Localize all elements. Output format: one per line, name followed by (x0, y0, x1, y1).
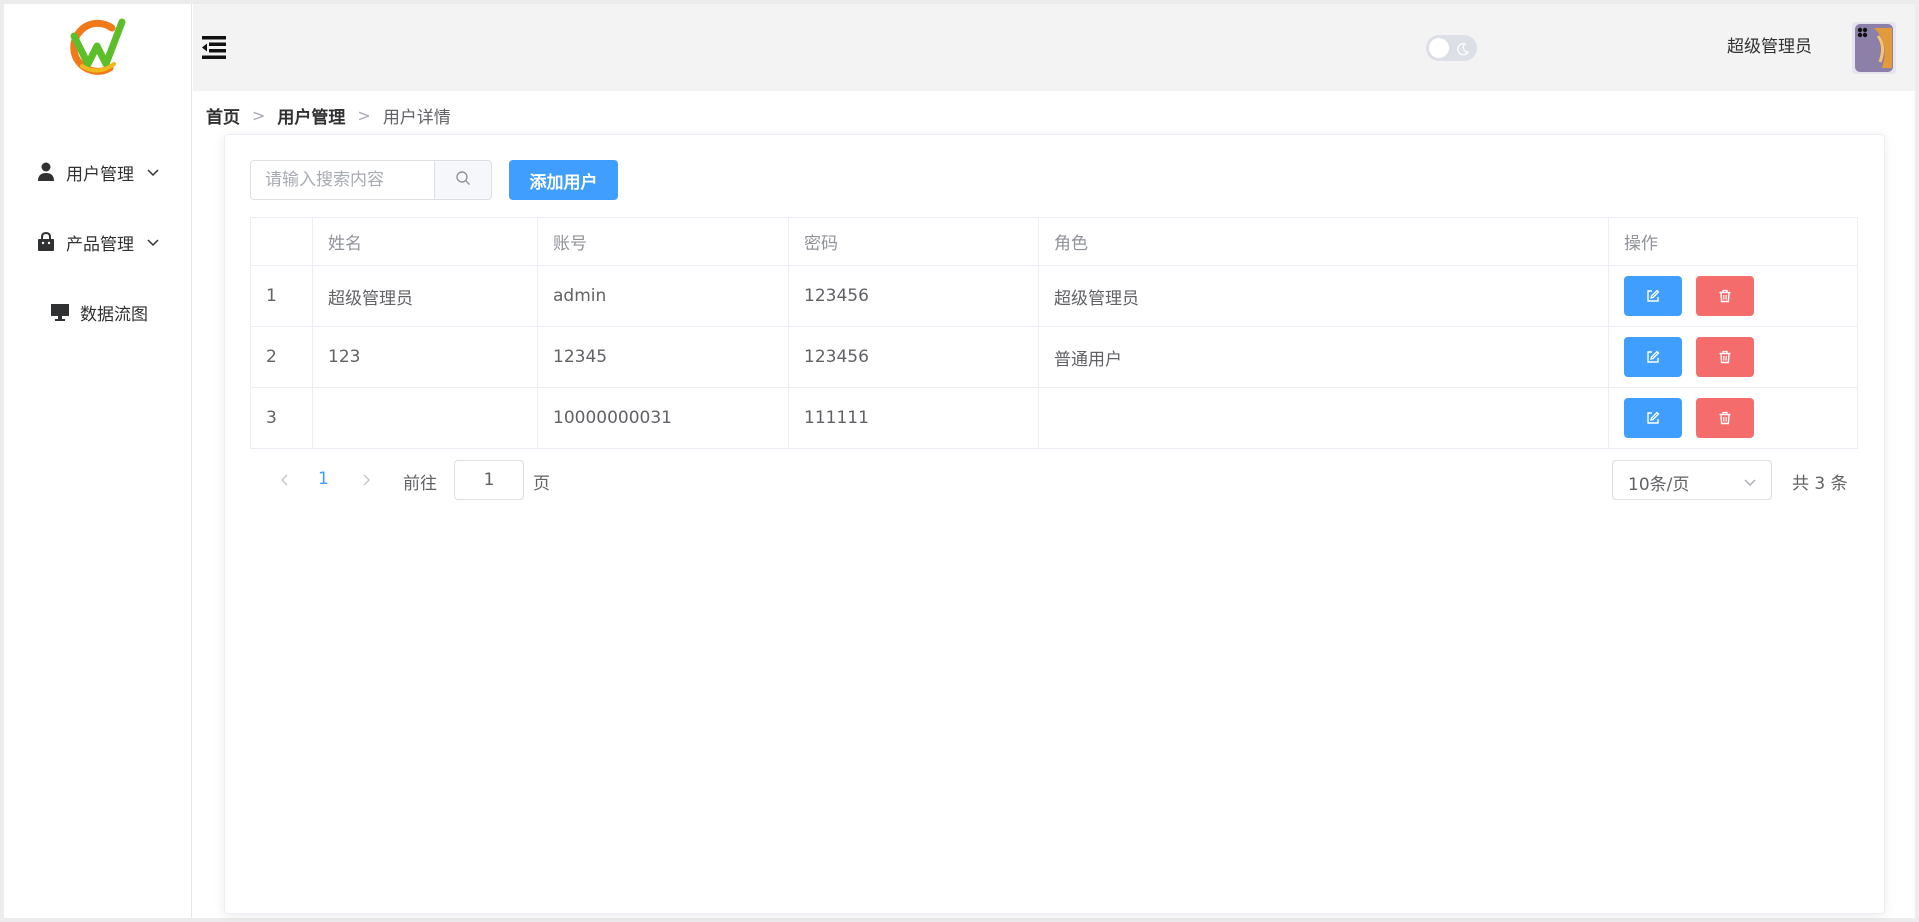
collapse-menu-icon[interactable] (200, 34, 228, 60)
username: 超级管理员 (1727, 37, 1812, 57)
edit-button[interactable] (1624, 398, 1682, 438)
column-header-role: 角色 (1038, 217, 1609, 266)
cell-index: 2 (250, 326, 313, 388)
edit-icon (1647, 350, 1660, 363)
cell-account: 10000000031 (537, 387, 789, 449)
top-header: 超级管理员 (193, 4, 1915, 91)
cell-actions (1608, 387, 1858, 449)
breadcrumb-separator: > (252, 106, 266, 125)
cell-account: 12345 (537, 326, 789, 388)
trash-icon (1719, 411, 1731, 425)
delete-button[interactable] (1696, 337, 1754, 377)
table-row: 1 超级管理员 admin 123456 超级管理员 (250, 265, 1858, 327)
user-table: 姓名 账号 密码 角色 操作 1 超级管理员 admin 123456 超级管理… (250, 217, 1858, 449)
avatar[interactable] (1852, 22, 1896, 74)
search-button[interactable] (434, 161, 491, 199)
cell-role: 普通用户 (1038, 326, 1609, 388)
edit-button[interactable] (1624, 276, 1682, 316)
trash-icon (1719, 350, 1731, 364)
cell-password: 111111 (788, 387, 1039, 449)
breadcrumb-current: 用户详情 (382, 108, 451, 128)
page-number-current[interactable]: 1 (318, 469, 329, 489)
chevron-down-icon (146, 235, 160, 249)
edit-icon (1647, 289, 1660, 302)
page-size-select[interactable]: 10条/页 (1612, 460, 1772, 500)
sidebar-item-user-management[interactable]: 用户管理 (4, 146, 192, 198)
table-row: 2 123 12345 123456 普通用户 (250, 326, 1858, 388)
moon-icon (1456, 41, 1470, 56)
cell-name (312, 387, 538, 449)
total-count: 共 3 条 (1792, 474, 1848, 494)
page-suffix-label: 页 (533, 474, 550, 494)
pagination: 1 前往 页 10条/页 共 3 条 (250, 460, 1858, 500)
cell-name: 123 (312, 326, 538, 388)
monitor-icon (50, 302, 70, 322)
sidebar-item-label: 数据流图 (80, 304, 148, 325)
breadcrumb: 首页 > 用户管理 > 用户详情 (206, 103, 451, 128)
trash-icon (1719, 289, 1731, 303)
sidebar: 用户管理 产品管理 数据流图 (4, 4, 192, 918)
column-header-index (250, 217, 313, 266)
delete-button[interactable] (1696, 398, 1754, 438)
chevron-left-icon[interactable] (278, 472, 292, 486)
goto-page-input[interactable] (454, 460, 524, 500)
goto-label: 前往 (403, 474, 437, 494)
sidebar-item-product-management[interactable]: 产品管理 (4, 216, 192, 268)
delete-button[interactable] (1696, 276, 1754, 316)
content-card: 添加用户 姓名 账号 密码 角色 操作 1 超级管理员 admin 123456 (224, 134, 1885, 914)
cell-actions (1608, 326, 1858, 388)
cell-index: 3 (250, 387, 313, 449)
table-header-row: 姓名 账号 密码 角色 操作 (250, 217, 1858, 266)
search-input[interactable] (251, 161, 434, 199)
breadcrumb-home[interactable]: 首页 (206, 103, 240, 128)
column-header-password: 密码 (788, 217, 1039, 266)
app-frame: 用户管理 产品管理 数据流图 超级管理员 首页 > 用户管理 > 用户详情 请输… (4, 4, 1915, 918)
sidebar-item-label: 用户管理 (66, 164, 134, 185)
chevron-down-icon (146, 165, 160, 179)
sidebar-item-label: 产品管理 (66, 234, 134, 255)
logo-icon (62, 12, 132, 78)
column-header-actions: 操作 (1608, 217, 1858, 266)
breadcrumb-user-management[interactable]: 用户管理 (277, 103, 345, 128)
cell-role: 超级管理员 (1038, 265, 1609, 327)
page-size-value: 10条/页 (1628, 475, 1690, 495)
chevron-right-icon[interactable] (359, 472, 373, 486)
sidebar-item-data-flow[interactable]: 数据流图 (4, 286, 192, 338)
chevron-down-icon (1743, 474, 1757, 488)
column-header-name: 姓名 (312, 217, 538, 266)
search-icon (455, 170, 471, 191)
cell-password: 123456 (788, 326, 1039, 388)
shopping-bag-icon (36, 232, 56, 252)
user-icon (36, 162, 56, 182)
add-user-button[interactable]: 添加用户 (509, 160, 618, 200)
toggle-knob (1429, 38, 1449, 58)
cell-account: admin (537, 265, 789, 327)
cell-password: 123456 (788, 265, 1039, 327)
search-group (250, 160, 492, 200)
table-row: 3 10000000031 111111 (250, 387, 1858, 449)
breadcrumb-separator: > (357, 106, 371, 125)
cell-name: 超级管理员 (312, 265, 538, 327)
cell-actions (1608, 265, 1858, 327)
edit-icon (1647, 411, 1660, 424)
edit-button[interactable] (1624, 337, 1682, 377)
cell-index: 1 (250, 265, 313, 327)
column-header-account: 账号 (537, 217, 789, 266)
cell-role (1038, 387, 1609, 449)
theme-toggle[interactable] (1426, 35, 1477, 61)
